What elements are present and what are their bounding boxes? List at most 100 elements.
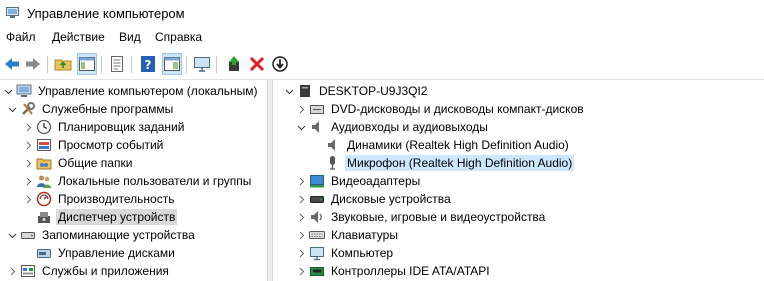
show-hide-tree-icon[interactable] bbox=[77, 53, 97, 75]
tree-item-task-scheduler[interactable]: Планировщик заданий bbox=[22, 118, 186, 136]
disable-icon[interactable] bbox=[270, 53, 290, 75]
services-icon bbox=[20, 263, 36, 279]
tree-label: Локальные пользователи и группы bbox=[58, 174, 252, 188]
device-category-disks[interactable]: Дисковые устройства bbox=[295, 190, 453, 208]
chevron-right-icon[interactable] bbox=[6, 262, 18, 280]
show-action-pane-icon[interactable] bbox=[162, 53, 182, 75]
display-adapter-icon bbox=[309, 173, 325, 189]
menu-help[interactable]: Справка bbox=[155, 30, 202, 44]
device-item-microphone[interactable]: Микрофон (Realtek High Definition Audio) bbox=[311, 154, 575, 172]
device-manager-icon bbox=[36, 209, 52, 225]
chevron-down-icon[interactable] bbox=[295, 118, 307, 136]
dvd-drive-icon bbox=[309, 101, 325, 117]
device-category-keyboards[interactable]: Клавиатуры bbox=[295, 226, 400, 244]
controller-icon bbox=[309, 263, 325, 279]
tree-item-performance[interactable]: Производительность bbox=[22, 190, 176, 208]
tree-item-local-users[interactable]: Локальные пользователи и группы bbox=[22, 172, 253, 190]
tree-item-device-manager[interactable]: Диспетчер устройств bbox=[22, 208, 178, 226]
back-icon[interactable] bbox=[2, 53, 22, 75]
chevron-right-icon[interactable] bbox=[22, 154, 34, 172]
chevron-down-icon[interactable] bbox=[6, 226, 18, 244]
tree-item-services-apps[interactable]: Службы и приложения bbox=[6, 262, 171, 280]
chevron-down-icon[interactable] bbox=[2, 82, 14, 100]
menu-bar: Файл Действие Вид Справка bbox=[0, 28, 764, 48]
storage-icon bbox=[20, 227, 36, 243]
keyboard-icon bbox=[309, 227, 325, 243]
microphone-icon bbox=[325, 155, 341, 171]
computer-management-icon bbox=[6, 7, 19, 19]
monitor-icon[interactable] bbox=[192, 53, 212, 75]
device-label: DVD-дисководы и дисководы компакт-дисков bbox=[331, 102, 584, 116]
toolbar-separator bbox=[47, 56, 48, 73]
disk-drive-icon bbox=[309, 191, 325, 207]
chevron-down-icon[interactable] bbox=[6, 100, 18, 118]
device-category-computer[interactable]: Компьютер bbox=[295, 244, 395, 262]
forward-icon[interactable] bbox=[23, 53, 43, 75]
toolbar: ? bbox=[0, 48, 764, 80]
toolbar-separator bbox=[131, 56, 132, 73]
monitor-icon bbox=[309, 245, 325, 261]
device-category-dvd[interactable]: DVD-дисководы и дисководы компакт-дисков bbox=[295, 100, 586, 118]
speaker-icon bbox=[325, 137, 341, 153]
device-label: Компьютер bbox=[331, 246, 394, 260]
device-category-audio-io[interactable]: Аудиовходы и аудиовыходы bbox=[295, 118, 490, 136]
tree-item-system-tools[interactable]: Служебные программы bbox=[6, 100, 175, 118]
tree-item-storage[interactable]: Запоминающие устройства bbox=[6, 226, 197, 244]
performance-icon bbox=[36, 191, 52, 207]
tree-label: Планировщик заданий bbox=[58, 120, 185, 134]
chevron-right-icon[interactable] bbox=[22, 136, 34, 154]
shared-folder-icon bbox=[36, 155, 52, 171]
chevron-right-icon[interactable] bbox=[295, 100, 307, 118]
chevron-down-icon[interactable] bbox=[283, 82, 295, 100]
tree-item-root[interactable]: Управление компьютером (локальным) bbox=[2, 82, 260, 100]
chevron-right-icon[interactable] bbox=[295, 226, 307, 244]
device-label: Контроллеры IDE ATA/ATAPI bbox=[331, 264, 490, 278]
tree-item-event-viewer[interactable]: Просмотр событий bbox=[22, 136, 165, 154]
tree-item-shared-folders[interactable]: Общие папки bbox=[22, 154, 134, 172]
properties-icon[interactable] bbox=[107, 53, 127, 75]
tree-label: Запоминающие устройства bbox=[42, 228, 195, 242]
toolbar-separator bbox=[216, 56, 217, 73]
toolbar-separator bbox=[101, 56, 102, 73]
tree-label: Службы и приложения bbox=[42, 264, 169, 278]
clock-icon bbox=[36, 119, 52, 135]
chevron-right-icon[interactable] bbox=[22, 172, 34, 190]
device-label: Видеоадаптеры bbox=[331, 174, 421, 188]
speaker-icon bbox=[309, 119, 325, 135]
chevron-right-icon[interactable] bbox=[295, 172, 307, 190]
menu-action[interactable]: Действие bbox=[52, 30, 105, 44]
tree-item-disk-management[interactable]: Управление дисками bbox=[22, 244, 177, 262]
uninstall-icon[interactable] bbox=[247, 53, 267, 75]
device-label: Микрофон (Realtek High Definition Audio) bbox=[345, 155, 575, 171]
update-driver-icon[interactable] bbox=[224, 53, 244, 75]
tree-label: Просмотр событий bbox=[58, 138, 164, 152]
chevron-right-icon[interactable] bbox=[22, 190, 34, 208]
menu-file[interactable]: Файл bbox=[6, 30, 36, 44]
tree-label: Производительность bbox=[58, 192, 175, 206]
computer-name: DESKTOP-U9J3QI2 bbox=[319, 84, 428, 98]
device-category-sound[interactable]: Звуковые, игровые и видеоустройства bbox=[295, 208, 547, 226]
menu-view[interactable]: Вид bbox=[119, 30, 141, 44]
device-category-video[interactable]: Видеоадаптеры bbox=[295, 172, 422, 190]
chevron-right-icon[interactable] bbox=[22, 118, 34, 136]
sound-device-icon bbox=[309, 209, 325, 225]
device-tree-root[interactable]: DESKTOP-U9J3QI2 bbox=[283, 82, 429, 100]
chevron-right-icon[interactable] bbox=[295, 262, 307, 280]
chevron-right-icon[interactable] bbox=[295, 208, 307, 226]
device-category-ide[interactable]: Контроллеры IDE ATA/ATAPI bbox=[295, 262, 492, 280]
computer-icon bbox=[297, 83, 313, 99]
device-label: Аудиовходы и аудиовыходы bbox=[331, 120, 488, 134]
navigation-tree[interactable]: Управление компьютером (локальным) Служе… bbox=[0, 80, 268, 281]
tree-label: Служебные программы bbox=[42, 102, 174, 116]
chevron-right-icon[interactable] bbox=[295, 244, 307, 262]
device-item-speakers[interactable]: Динамики (Realtek High Definition Audio) bbox=[311, 136, 571, 154]
chevron-right-icon[interactable] bbox=[295, 190, 307, 208]
tree-label: Общие папки bbox=[58, 156, 133, 170]
up-folder-icon[interactable] bbox=[53, 53, 73, 75]
users-icon bbox=[36, 173, 52, 189]
device-label: Клавиатуры bbox=[331, 228, 398, 242]
disk-management-icon bbox=[36, 245, 52, 261]
computer-management-icon bbox=[16, 83, 32, 99]
help-icon[interactable]: ? bbox=[138, 53, 158, 75]
device-tree[interactable]: DESKTOP-U9J3QI2 DVD-дисководы и дисковод… bbox=[273, 80, 764, 281]
